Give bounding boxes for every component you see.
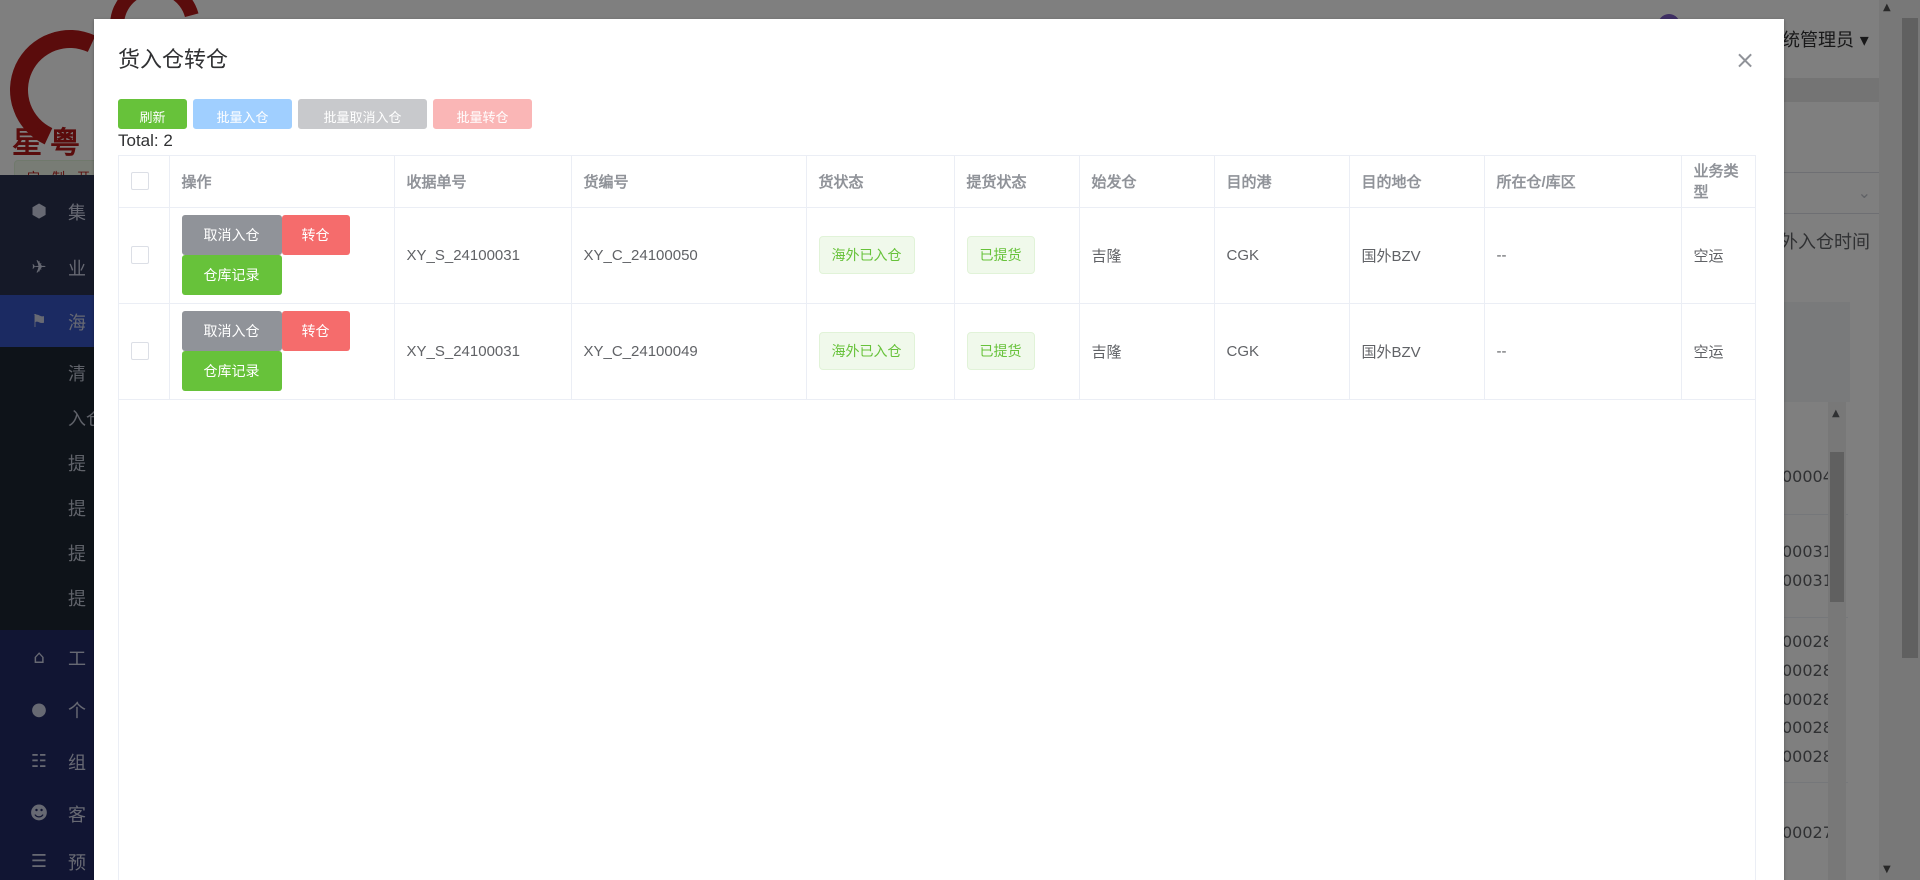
table-header-row: 操作 收据单号 货编号 货状态 提货状态 始发仓 目的港 目的地仓 所在仓/库区… [119, 156, 1755, 208]
transfer-dialog: 货入仓转仓 × 刷新 批量入仓 批量取消入仓 批量转仓 Total: 2 操作 … [94, 19, 1784, 880]
refresh-button[interactable]: 刷新 [118, 99, 187, 129]
warehouse-record-button[interactable]: 仓库记录 [181, 255, 282, 295]
cargo-status-badge: 海外已入仓 [818, 236, 915, 274]
destination-port: CGK [1214, 207, 1350, 304]
destination-warehouse: 国外BZV [1349, 303, 1485, 400]
column-header: 目的地仓 [1349, 156, 1485, 208]
warehouse-record-button[interactable]: 仓库记录 [181, 351, 282, 391]
batch-warehouse-in-button[interactable]: 批量入仓 [193, 99, 292, 129]
business-type: 空运 [1681, 207, 1755, 304]
column-header: 提货状态 [954, 156, 1080, 208]
pickup-status-badge: 已提货 [966, 332, 1035, 370]
column-header: 业务类型 [1681, 156, 1755, 208]
business-type: 空运 [1681, 303, 1755, 400]
table-row: 取消入仓 转仓 仓库记录 XY_S_24100031 XY_C_24100049… [119, 303, 1755, 400]
row-actions: 取消入仓 转仓 仓库记录 [181, 311, 352, 391]
current-location: -- [1484, 207, 1682, 304]
row-actions: 取消入仓 转仓 仓库记录 [181, 215, 352, 295]
cargo-status-badge: 海外已入仓 [818, 332, 915, 370]
transfer-button[interactable]: 转仓 [281, 215, 350, 255]
close-icon[interactable]: × [1730, 45, 1760, 75]
cargo-table: 操作 收据单号 货编号 货状态 提货状态 始发仓 目的港 目的地仓 所在仓/库区… [118, 155, 1756, 880]
destination-port: CGK [1214, 303, 1350, 400]
column-header: 始发仓 [1079, 156, 1215, 208]
select-all-checkbox[interactable] [131, 172, 149, 191]
pickup-status-badge: 已提货 [966, 236, 1035, 274]
column-header: 所在仓/库区 [1484, 156, 1682, 208]
origin-warehouse: 吉隆 [1079, 207, 1215, 304]
destination-warehouse: 国外BZV [1349, 207, 1485, 304]
receipt-number: XY_S_24100031 [394, 303, 572, 400]
origin-warehouse: 吉隆 [1079, 303, 1215, 400]
table-row: 取消入仓 转仓 仓库记录 XY_S_24100031 XY_C_24100050… [119, 207, 1755, 304]
column-header: 操作 [169, 156, 395, 208]
column-header: 收据单号 [394, 156, 572, 208]
cancel-warehouse-button[interactable]: 取消入仓 [181, 311, 282, 351]
dialog-title: 货入仓转仓 [118, 47, 229, 72]
row-checkbox[interactable] [131, 342, 149, 361]
dialog-header: 货入仓转仓 × [118, 45, 1760, 75]
cargo-number: XY_C_24100050 [571, 207, 807, 304]
cargo-number: XY_C_24100049 [571, 303, 807, 400]
batch-transfer-button[interactable]: 批量转仓 [433, 99, 532, 129]
column-header: 目的港 [1214, 156, 1350, 208]
receipt-number: XY_S_24100031 [394, 207, 572, 304]
cancel-warehouse-button[interactable]: 取消入仓 [181, 215, 282, 255]
toolbar: 刷新 批量入仓 批量取消入仓 批量转仓 [118, 99, 532, 129]
batch-cancel-warehouse-button[interactable]: 批量取消入仓 [298, 99, 427, 129]
current-location: -- [1484, 303, 1682, 400]
column-header: 货状态 [806, 156, 955, 208]
transfer-button[interactable]: 转仓 [281, 311, 350, 351]
total-count: Total: 2 [118, 131, 173, 150]
row-checkbox[interactable] [131, 246, 149, 265]
column-header: 货编号 [571, 156, 807, 208]
